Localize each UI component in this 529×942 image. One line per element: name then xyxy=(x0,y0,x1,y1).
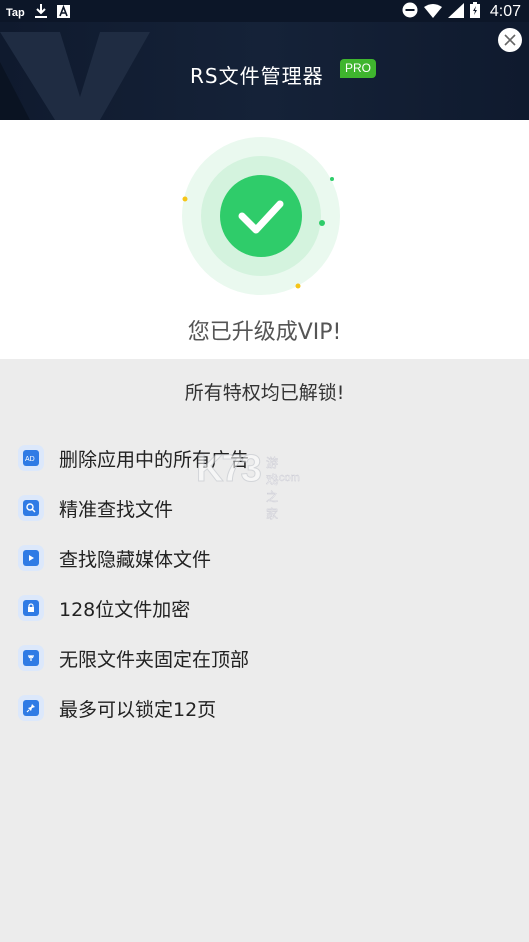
feature-label: 精准查找文件 xyxy=(59,498,174,521)
do-not-disturb-icon xyxy=(402,2,418,22)
folder-pin-icon xyxy=(18,645,44,671)
feature-label: 查找隐藏媒体文件 xyxy=(59,548,212,571)
list-item: 最多可以锁定12页 xyxy=(18,692,216,724)
tap-app-label: Tap xyxy=(6,6,25,19)
list-item: 查找隐藏媒体文件 xyxy=(18,542,211,574)
success-badge xyxy=(181,136,341,296)
battery-icon xyxy=(469,2,480,22)
a-notification-icon xyxy=(56,3,70,22)
lock-icon xyxy=(18,595,44,621)
watermark-sub: 游戏之家 xyxy=(266,456,279,521)
wifi-icon xyxy=(423,3,442,22)
list-item: 精准查找文件 xyxy=(18,492,173,524)
pin-icon xyxy=(18,695,44,721)
vip-hero: 您已升级成VIP! xyxy=(0,120,529,359)
watermark-domain: .com xyxy=(276,472,300,484)
feature-label: 无限文件夹固定在顶部 xyxy=(59,648,250,671)
vip-status-text: 您已升级成VIP! xyxy=(187,320,342,345)
download-icon xyxy=(34,3,47,22)
signal-icon xyxy=(447,2,464,22)
privileges-unlocked-text: 所有特权均已解锁! xyxy=(184,382,345,404)
list-item: 无限文件夹固定在顶部 xyxy=(18,642,249,674)
close-icon xyxy=(504,31,516,50)
status-bar: Tap 4:07 xyxy=(0,0,529,22)
media-search-icon xyxy=(18,545,44,571)
feature-label: 最多可以锁定12页 xyxy=(59,698,217,721)
feature-label: 128位文件加密 xyxy=(59,598,191,621)
close-button[interactable] xyxy=(498,28,522,52)
watermark-logo: K73 游戏之家 .com xyxy=(196,448,301,522)
status-time: 4:07 xyxy=(489,3,521,20)
file-search-icon xyxy=(18,495,44,521)
svg-text:AD: AD xyxy=(25,456,35,462)
pro-badge: PRO xyxy=(340,59,377,78)
check-icon xyxy=(182,137,340,295)
list-item: 128位文件加密 xyxy=(18,592,190,624)
app-title: RS文件管理器 xyxy=(190,64,324,88)
ad-icon: AD xyxy=(18,445,44,471)
app-header: RS文件管理器 PRO xyxy=(0,22,529,120)
watermark-main: K73 xyxy=(196,448,263,491)
